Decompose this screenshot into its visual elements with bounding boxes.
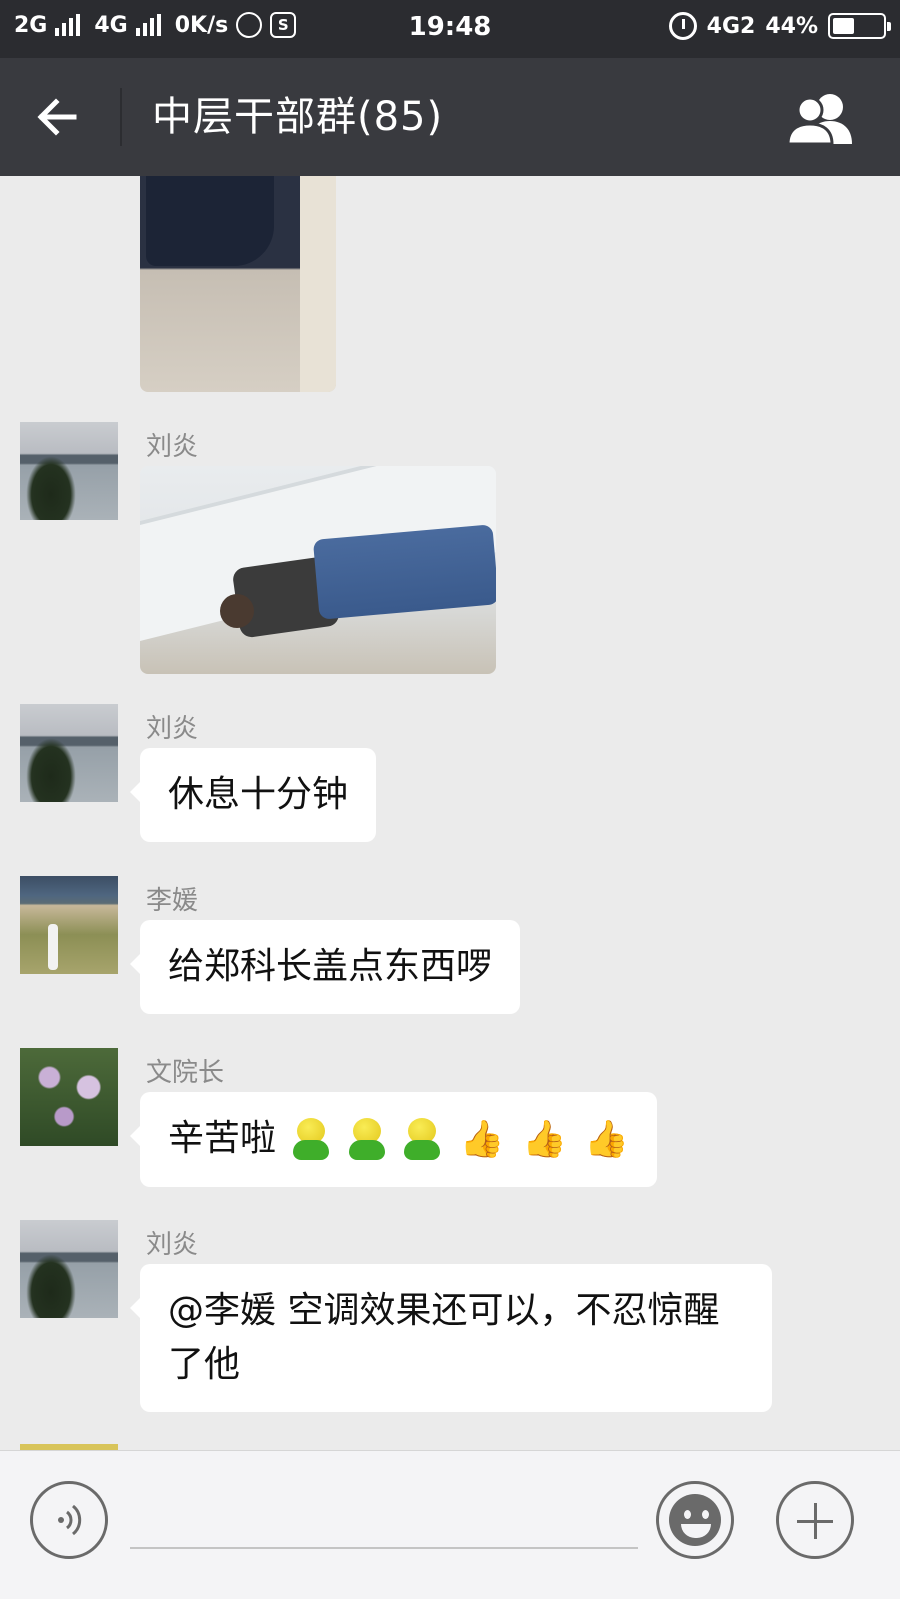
message-text: 给郑科长盖点东西啰 <box>168 946 493 987</box>
message-image[interactable] <box>140 176 336 392</box>
message-image[interactable] <box>140 466 496 674</box>
status-right: 4G2 44% <box>668 12 891 40</box>
green-bear-emoji <box>347 1118 387 1162</box>
thumbs-up-emoji: 👍 <box>459 1119 505 1160</box>
emoji-button[interactable] <box>656 1481 734 1559</box>
message-text: 休息十分钟 <box>168 774 349 815</box>
group-members-button[interactable] <box>784 90 860 146</box>
message-list[interactable]: 刘炎 刘炎 休息十分钟 李媛 给郑科长盖点东西啰 文院长 辛苦啦 👍 👍 👍 刘… <box>0 176 900 1450</box>
sender-name: 李媛 <box>146 886 199 916</box>
message-text: @李媛 空调效果还可以，不忍惊醒了他 <box>168 1290 720 1385</box>
message-bubble[interactable]: 给郑科长盖点东西啰 <box>129 920 521 1014</box>
sender-name: 文院长 <box>146 1058 225 1088</box>
message-bubble[interactable]: @李媛 空调效果还可以，不忍惊醒了他 <box>130 1264 772 1412</box>
status-bar: 2G 4G 0K/s S 19:48 4G2 44% <box>0 0 900 58</box>
photo-head <box>220 594 254 628</box>
photo-wall <box>300 176 336 392</box>
battery-icon <box>828 13 891 39</box>
network-label-4g2: 4G2 <box>706 13 756 39</box>
thumbs-up-emoji: 👍 <box>584 1119 630 1160</box>
battery-percent: 44% <box>765 13 818 39</box>
thumbs-up-emoji: 👍 <box>522 1119 567 1160</box>
green-bear-emoji <box>402 1118 442 1162</box>
avatar[interactable] <box>20 876 118 974</box>
group-members-icon <box>786 94 852 146</box>
alarm-icon <box>668 12 697 40</box>
header-divider <box>120 88 122 146</box>
back-arrow-icon <box>37 98 77 136</box>
message-input[interactable] <box>130 1547 638 1549</box>
chat-header: 中层干部群(85) <box>0 58 900 176</box>
back-button[interactable] <box>30 92 86 142</box>
voice-button[interactable] <box>30 1481 108 1559</box>
input-bar <box>0 1450 900 1599</box>
voice-icon <box>58 1504 82 1536</box>
chat-title: 中层干部群(85) <box>152 94 444 140</box>
photo-jeans <box>312 524 496 620</box>
sender-name: 刘炎 <box>146 714 199 744</box>
photo-person <box>146 176 274 266</box>
avatar[interactable] <box>20 422 118 520</box>
message-text: 辛苦啦 <box>168 1118 277 1159</box>
more-options-button[interactable] <box>776 1481 854 1559</box>
sender-name: 刘炎 <box>146 432 199 462</box>
message-bubble[interactable]: 辛苦啦 👍 👍 👍 <box>129 1092 658 1187</box>
green-bear-emoji <box>291 1118 331 1162</box>
message-bubble[interactable]: 休息十分钟 <box>129 748 377 842</box>
avatar[interactable] <box>20 704 118 802</box>
avatar[interactable] <box>20 1220 118 1318</box>
avatar[interactable] <box>20 1048 118 1146</box>
sender-name: 刘炎 <box>146 1230 199 1260</box>
battery-fill <box>833 18 855 34</box>
